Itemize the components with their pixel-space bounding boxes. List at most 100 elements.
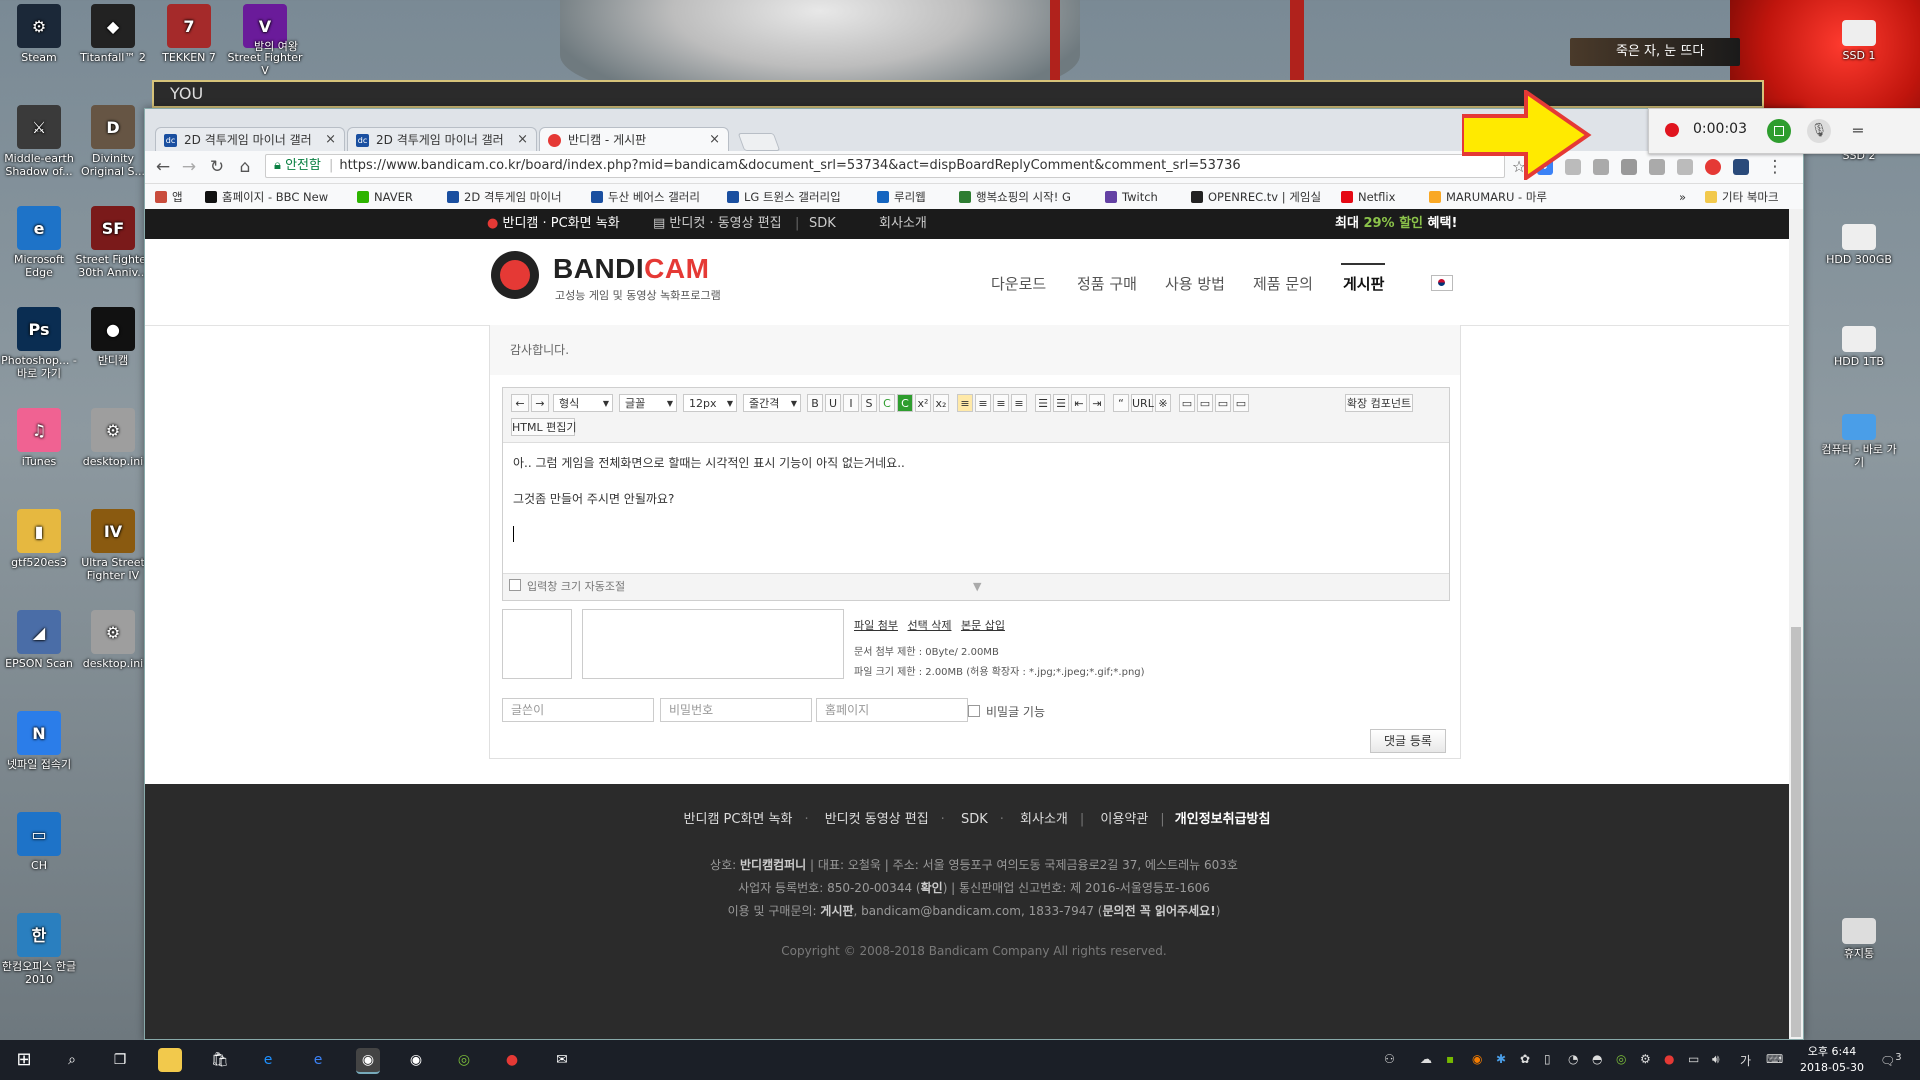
desktop-icon[interactable]: SF Street Fighter 30th Anniv...	[74, 206, 152, 279]
tray-app-icon[interactable]: ◉	[1472, 1052, 1482, 1066]
attachment-list[interactable]	[582, 609, 844, 679]
redo-icon[interactable]: →	[531, 394, 549, 412]
bandicam-logo-text[interactable]: BANDICAM	[553, 253, 709, 285]
editor-format-button[interactable]: ▭	[1233, 394, 1249, 412]
promo-banner[interactable]: 최대 29% 할인 혜택!	[1335, 209, 1457, 239]
extension-icon[interactable]	[1649, 159, 1665, 175]
editor-format-button[interactable]: I	[843, 394, 859, 412]
editor-format-button[interactable]: ※	[1155, 394, 1171, 412]
extension-icon[interactable]	[1677, 159, 1693, 175]
menu-purchase[interactable]: 정품 구매	[1077, 273, 1137, 294]
desktop-icon[interactable]: Ps Photoshop... - 바로 가기	[0, 307, 78, 380]
editor-format-button[interactable]: ☰	[1053, 394, 1069, 412]
bookmark-item[interactable]: 앱	[155, 190, 183, 204]
editor-format-button[interactable]: S	[861, 394, 877, 412]
tab-close-icon[interactable]: ×	[709, 128, 720, 151]
ime-indicator[interactable]: 가	[1740, 1052, 1751, 1069]
editor-format-button[interactable]: ≡	[993, 394, 1009, 412]
extension-icon[interactable]	[1705, 159, 1721, 175]
file-explorer-icon[interactable]	[158, 1048, 182, 1072]
submit-comment-button[interactable]: 댓글 등록	[1370, 729, 1446, 753]
resize-handle-icon[interactable]: ▼	[973, 574, 981, 600]
editor-format-button[interactable]: B	[807, 394, 823, 412]
read-before-link[interactable]: 문의전 꼭 읽어주세요!	[1102, 904, 1215, 918]
korea-flag-icon[interactable]	[1431, 275, 1453, 291]
editor-text-area[interactable]: 아.. 그럼 게임을 전체화면으로 할때는 시각적인 표시 기능이 아직 없는거…	[503, 444, 1449, 570]
tray-app-icon[interactable]: ✿	[1520, 1052, 1530, 1066]
footer-link[interactable]: 반디캠 PC화면 녹화	[684, 812, 793, 827]
menu-download[interactable]: 다운로드	[991, 273, 1046, 294]
secret-checkbox[interactable]	[968, 705, 980, 717]
desktop-icon[interactable]: D Divinity Original S...	[74, 105, 152, 178]
tray-app-icon[interactable]: ◔	[1568, 1052, 1578, 1066]
bandicam-taskbar-icon[interactable]: ●	[500, 1048, 524, 1072]
tab-dc-gallery-2[interactable]: dc 2D 격투게임 마이너 갤러 ×	[347, 127, 537, 151]
tray-app-icon[interactable]: ◓	[1592, 1052, 1602, 1066]
homepage-input[interactable]: 홈페이지	[816, 698, 968, 722]
footer-link[interactable]: 이용약관	[1100, 812, 1148, 827]
editor-format-button[interactable]: ▭	[1197, 394, 1213, 412]
editor-format-button[interactable]: ≡	[1011, 394, 1027, 412]
topbar-link-company[interactable]: 회사소개	[879, 209, 927, 239]
taskbar-clock[interactable]: 오후 6:44 2018-05-30	[1800, 1044, 1864, 1076]
desktop-icon[interactable]: 컴퓨터 - 바로 가기	[1820, 414, 1898, 469]
desktop-icon[interactable]: 7 TEKKEN 7	[150, 4, 228, 64]
chrome-icon[interactable]: ◉	[404, 1048, 428, 1072]
steam-tray-icon[interactable]: ⚙	[1640, 1052, 1651, 1066]
bluetooth-icon[interactable]: ✱	[1496, 1052, 1506, 1066]
editor-format-button[interactable]: ☰	[1035, 394, 1051, 412]
editor-format-button[interactable]: URL	[1131, 394, 1154, 412]
undo-icon[interactable]: ←	[511, 394, 529, 412]
notification-icon[interactable]: 🗨︎3	[1880, 1052, 1902, 1068]
bookmark-item[interactable]: Twitch	[1105, 190, 1158, 204]
bookmark-item[interactable]: MARUMARU - 마루	[1429, 190, 1547, 204]
lineheight-select[interactable]: 줄간격	[743, 394, 801, 412]
expand-component-button[interactable]: 확장 컴포넌트	[1345, 394, 1413, 412]
network-icon[interactable]: ▭	[1688, 1052, 1699, 1066]
desktop-icon[interactable]: ♫ iTunes	[0, 408, 78, 468]
footer-link[interactable]: 반디컷 동영상 편집	[825, 812, 929, 827]
browser-menu-icon[interactable]: ⋮	[1763, 155, 1787, 179]
bookmark-item[interactable]: LG 트윈스 갤러리입	[727, 190, 841, 204]
cloud-icon[interactable]: ☁	[1420, 1052, 1432, 1066]
address-bar[interactable]: 🔒︎ 안전함 | https://www.bandicam.co.kr/board/…	[265, 154, 1505, 178]
task-view-icon[interactable]: ❐	[108, 1048, 132, 1072]
nvidia-icon[interactable]: ▪	[1446, 1052, 1454, 1066]
extension-icon[interactable]	[1621, 159, 1637, 175]
scrollbar-thumb[interactable]	[1791, 627, 1801, 1037]
ie-icon[interactable]: e	[256, 1048, 280, 1072]
store-icon[interactable]: 🛍︎	[208, 1048, 232, 1072]
other-bookmarks[interactable]: 기타 북마크	[1705, 190, 1779, 204]
footer-link[interactable]: 개인정보취급방침	[1175, 812, 1271, 827]
desktop-icon[interactable]: 한 한컴오피스 한글 2010	[0, 913, 78, 986]
bookmark-item[interactable]: NAVER	[357, 190, 413, 204]
bookmark-item[interactable]: 2D 격투게임 마이너	[447, 190, 562, 204]
footer-link[interactable]: SDK	[961, 812, 988, 827]
desktop-icon[interactable]: ● 반디캠	[74, 307, 152, 367]
reload-icon[interactable]: ↻	[205, 155, 229, 179]
menu-inquiry[interactable]: 제품 문의	[1253, 273, 1313, 294]
mail-icon[interactable]: ✉	[550, 1048, 574, 1072]
recorder-menu-icon[interactable]: ═	[1853, 121, 1863, 140]
editor-format-button[interactable]: C	[879, 394, 895, 412]
forward-icon[interactable]: →	[177, 155, 201, 179]
tray-app-icon[interactable]: ●	[1664, 1052, 1674, 1066]
editor-format-button[interactable]: x₂	[933, 394, 949, 412]
board-link[interactable]: 게시판	[820, 904, 853, 918]
topbar-link-bandicut[interactable]: ▤ 반디컷 · 동영상 편집	[653, 209, 782, 239]
desktop-icon[interactable]: ⚙ desktop.ini	[74, 610, 152, 670]
chrome-icon[interactable]: ◉	[356, 1048, 380, 1074]
editor-format-button[interactable]: C	[897, 394, 913, 412]
usb-icon[interactable]: ▯	[1544, 1052, 1551, 1066]
font-select[interactable]: 글꼴	[619, 394, 677, 412]
desktop-icon[interactable]: IV Ultra Street Fighter IV	[74, 509, 152, 582]
verify-link[interactable]: 확인	[921, 881, 943, 895]
editor-format-button[interactable]: ▭	[1215, 394, 1231, 412]
bookmarks-more-icon[interactable]: »	[1679, 190, 1686, 204]
topbar-link-bandicam[interactable]: ● 반디캠 · PC화면 녹화	[487, 209, 620, 239]
page-scrollbar[interactable]	[1789, 209, 1803, 1039]
footer-link[interactable]: 회사소개	[1020, 812, 1068, 827]
desktop-icon[interactable]: N 넷파일 접속기	[0, 711, 78, 771]
size-select[interactable]: 12px	[683, 394, 737, 412]
keyboard-icon[interactable]: ⌨	[1766, 1052, 1783, 1066]
